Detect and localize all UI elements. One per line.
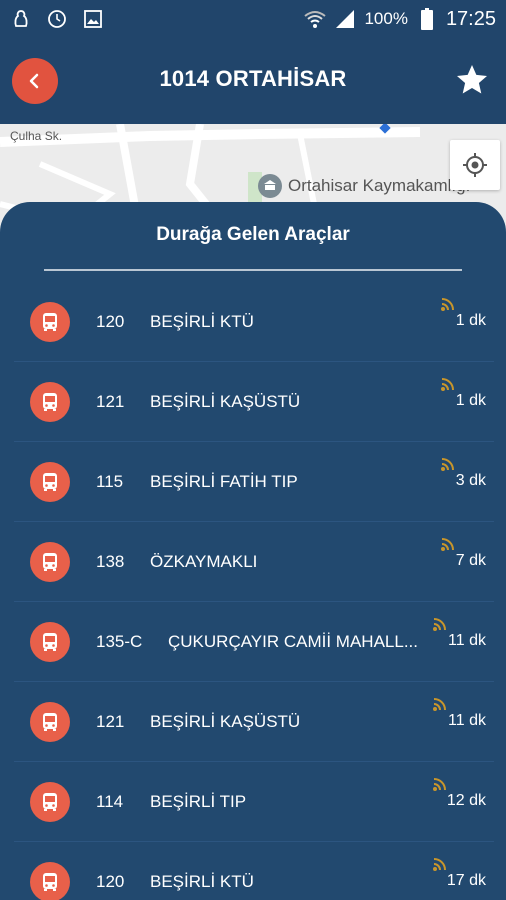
star-icon [457,65,487,94]
route-destination: BEŞİRLİ TIP [150,792,247,811]
route-number: 121 [96,712,125,731]
live-signal-icon [433,858,446,871]
bus-icon [30,622,70,662]
arrival-row[interactable]: 115 BEŞİRLİ FATİH TIP 3 dk [14,442,494,522]
battery-percent: 100% [364,9,408,28]
live-signal-icon [441,298,454,311]
bus-icon [30,782,70,822]
route-number: 135-C [96,632,143,651]
app-bar: 1014 ORTAHİSAR [0,38,506,124]
route-destination: BEŞİRLİ FATİH TIP [150,472,298,491]
arrival-row[interactable]: 120 BEŞİRLİ KTÜ 1 dk [14,282,494,362]
my-location-icon [463,153,487,177]
bus-icon [30,302,70,342]
image-icon [82,8,104,30]
route-number: 114 [96,792,124,811]
arrival-row[interactable]: 138 ÖZKAYMAKLI 7 dk [14,522,494,602]
panel-title: Durağa Gelen Araçlar [156,224,350,245]
arrival-row[interactable]: 121 BEŞİRLİ KAŞÜSTÜ 11 dk [14,682,494,762]
route-number: 115 [96,472,124,491]
battery-icon [416,8,438,30]
live-signal-icon [433,618,446,631]
arrival-row[interactable]: 135-C ÇUKURÇAYIR CAMİİ MAHALL... 11 dk [14,602,494,682]
arrivals-panel: Durağa Gelen Araçlar 120 BEŞİRLİ KTÜ 1 d… [0,202,506,900]
bus-icon [30,862,70,900]
clock-time: 17:25 [445,7,496,30]
live-signal-icon [441,378,454,391]
live-signal-icon [433,698,446,711]
map-street-label: Çulha Sk. [10,129,63,143]
eta: 1 dk [455,392,486,409]
arrivals-list: 120 BEŞİRLİ KTÜ 1 dk 121 BEŞİRLİ KAŞÜSTÜ… [14,282,494,900]
route-number: 138 [96,552,125,571]
map-poi-label: Ortahisar Kaymakamlığı [288,176,471,195]
map-poi[interactable]: Ortahisar Kaymakamlığı [258,174,470,198]
eta: 7 dk [455,552,486,569]
page-title: 1014 ORTAHİSAR [159,66,347,91]
bus-icon [30,462,70,502]
arrival-row[interactable]: 114 BEŞİRLİ TIP 12 dk [14,762,494,842]
eta: 3 dk [455,472,486,489]
live-signal-icon [433,778,446,791]
panel-divider [44,269,462,271]
eta: 12 dk [446,792,486,809]
eta: 11 dk [448,712,486,729]
landmark-icon [258,174,282,198]
arrival-row[interactable]: 121 BEŞİRLİ KAŞÜSTÜ 1 dk [14,362,494,442]
arrival-row[interactable]: 120 BEŞİRLİ KTÜ 17 dk [14,842,494,900]
live-signal-icon [441,458,454,471]
route-destination: BEŞİRLİ KAŞÜSTÜ [150,392,301,411]
bus-icon [30,382,70,422]
route-number: 120 [96,872,125,891]
signal-icon [334,8,356,30]
eta: 11 dk [448,632,486,649]
status-bar: 100% 17:25 [0,0,506,38]
eta: 1 dk [455,312,486,329]
route-destination: BEŞİRLİ KTÜ [150,312,254,331]
route-destination: ÇUKURÇAYIR CAMİİ MAHALL... [168,632,419,651]
bus-icon [30,542,70,582]
route-destination: ÖZKAYMAKLI [150,552,258,571]
route-destination: BEŞİRLİ KTÜ [150,872,254,891]
favorite-button[interactable] [452,60,492,100]
eta: 17 dk [446,872,486,889]
android-debug-icon [10,8,32,30]
route-number: 121 [96,392,125,411]
route-number: 120 [96,312,125,331]
wifi-icon [304,8,327,30]
route-destination: BEŞİRLİ KAŞÜSTÜ [150,712,301,731]
live-signal-icon [441,538,454,551]
bus-icon [30,702,70,742]
clock-icon [46,8,68,30]
my-location-button[interactable] [450,140,500,190]
